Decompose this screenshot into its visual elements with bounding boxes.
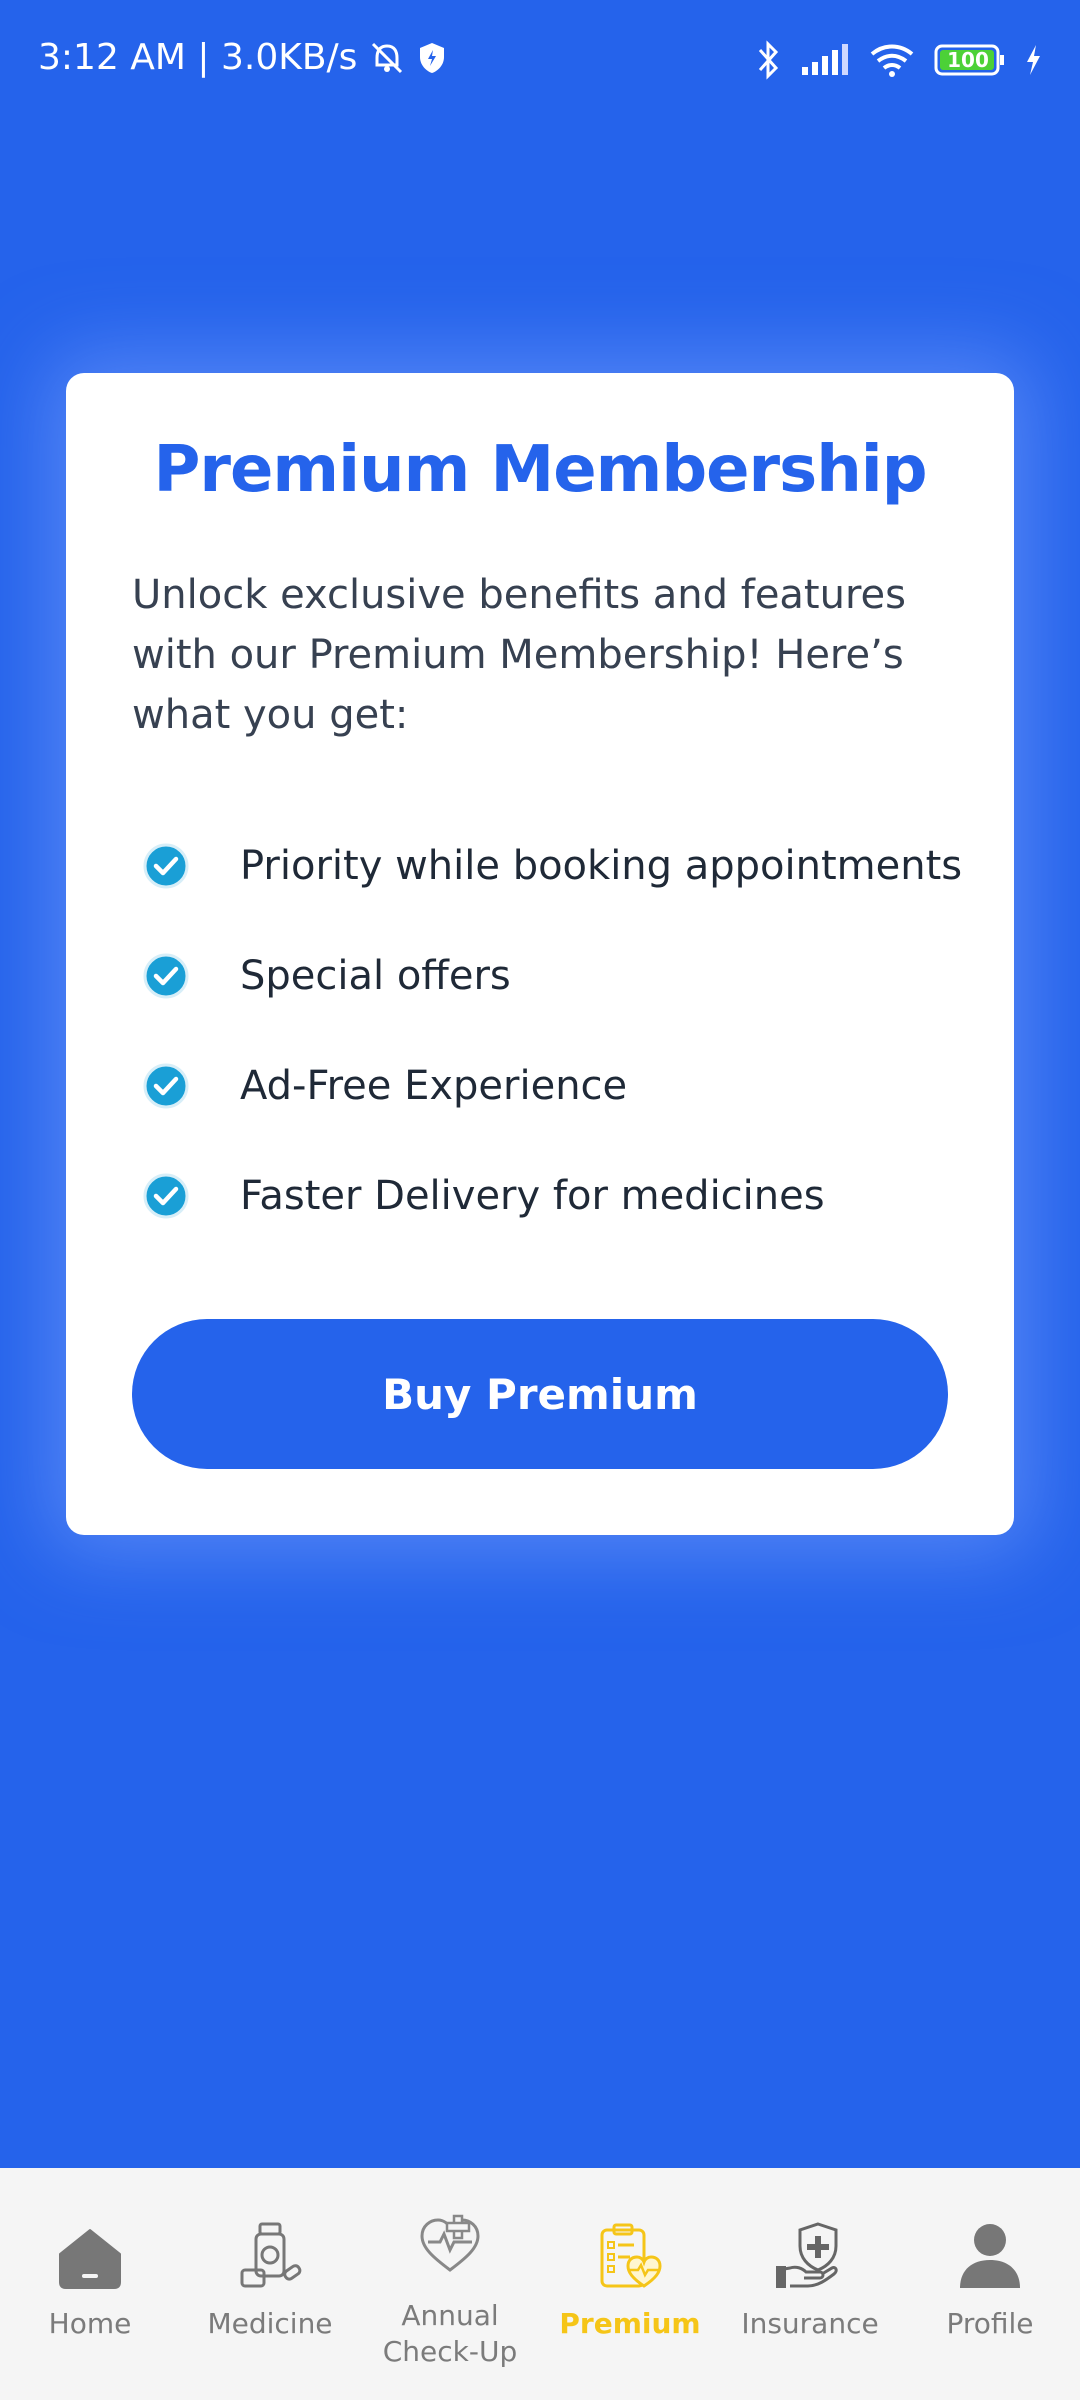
check-icon — [142, 1172, 190, 1220]
signal-icon — [800, 43, 850, 77]
feature-label: Ad-Free Experience — [240, 1063, 628, 1109]
charging-icon — [1024, 43, 1042, 77]
check-icon — [142, 842, 190, 890]
wifi-icon — [868, 42, 916, 78]
nav-item-annual-checkup[interactable]: Annual Check-Up — [360, 2168, 540, 2400]
card-description: Unlock exclusive benefits and features w… — [132, 572, 906, 738]
nav-label: Home — [48, 2307, 132, 2340]
feature-item: Ad-Free Experience — [142, 1031, 1002, 1141]
feature-item: Faster Delivery for medicines — [142, 1141, 1002, 1251]
nav-label: Profile — [946, 2307, 1034, 2340]
battery-level: 100 — [947, 48, 989, 72]
shield-icon — [417, 41, 447, 75]
checkup-icon — [414, 2212, 486, 2284]
nav-label: Premium — [559, 2307, 701, 2340]
nav-item-premium[interactable]: Premium — [540, 2168, 720, 2400]
bottom-nav: Home Medicine Annual Check-Up Premium In… — [0, 2168, 1080, 2400]
nav-item-home[interactable]: Home — [0, 2168, 180, 2400]
nav-item-profile[interactable]: Profile — [900, 2168, 1080, 2400]
feature-label: Special offers — [240, 953, 511, 999]
status-time-speed: 3:12 AM | 3.0KB/s — [38, 37, 358, 78]
check-icon — [142, 1062, 190, 1110]
battery-icon: 100 — [934, 43, 1006, 77]
profile-icon — [954, 2220, 1026, 2292]
premium-card: Premium Membership Unlock exclusive bene… — [66, 373, 1014, 1535]
home-icon — [54, 2220, 126, 2292]
bluetooth-icon — [756, 40, 782, 80]
status-right: 100 — [756, 40, 1042, 80]
feature-label: Faster Delivery for medicines — [240, 1173, 825, 1219]
nav-label: Medicine — [207, 2307, 333, 2340]
premium-icon — [594, 2220, 666, 2292]
status-left: 3:12 AM | 3.0KB/s — [38, 38, 447, 78]
nav-item-medicine[interactable]: Medicine — [180, 2168, 360, 2400]
check-icon — [142, 952, 190, 1000]
card-title: Premium Membership — [153, 433, 928, 507]
insurance-icon — [774, 2220, 846, 2292]
feature-item: Special offers — [142, 921, 1002, 1031]
medicine-icon — [234, 2220, 306, 2292]
buy-premium-button[interactable]: Buy Premium — [132, 1319, 948, 1469]
alarm-off-icon — [367, 38, 407, 78]
nav-label: Insurance — [741, 2307, 879, 2340]
feature-label: Priority while booking appointments — [240, 843, 963, 889]
feature-item: Priority while booking appointments — [142, 811, 1002, 921]
nav-label: Annual Check-Up — [382, 2299, 518, 2368]
feature-list: Priority while booking appointments Spec… — [142, 811, 1002, 1251]
status-bar: 3:12 AM | 3.0KB/s 100 — [0, 0, 1080, 120]
nav-item-insurance[interactable]: Insurance — [720, 2168, 900, 2400]
